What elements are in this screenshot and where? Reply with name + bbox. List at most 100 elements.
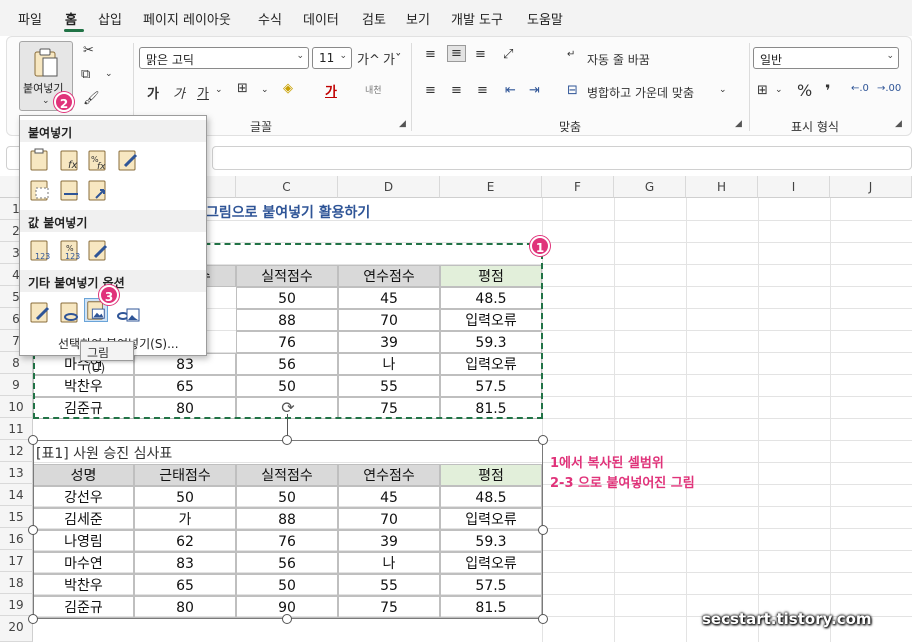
row-header[interactable]: 13 xyxy=(0,462,33,484)
svg-text:fx: fx xyxy=(68,160,78,171)
chevron-down-icon[interactable]: ⌄ xyxy=(215,85,223,95)
active-tab-indicator xyxy=(64,29,84,32)
formula-input[interactable] xyxy=(212,146,912,170)
paste-link-icon[interactable] xyxy=(58,300,82,324)
column-header[interactable]: E xyxy=(440,176,542,198)
row-header[interactable]: 10 xyxy=(0,396,33,418)
paste-icon[interactable] xyxy=(28,148,52,172)
column-header[interactable]: D xyxy=(338,176,440,198)
watermark: secstart.tistory.com xyxy=(702,610,872,628)
border-icon[interactable]: ⊞ xyxy=(237,81,248,96)
font-size-select[interactable]: 11 ⌄ xyxy=(312,47,352,69)
bold-button[interactable]: 가 xyxy=(147,83,159,102)
dialog-launcher-icon[interactable]: ◢ xyxy=(399,119,406,129)
merge-center-label[interactable]: 병합하고 가운데 맞춤 xyxy=(587,84,694,101)
row-header[interactable]: 12 xyxy=(0,440,33,462)
paste-column-widths-icon[interactable] xyxy=(58,178,82,202)
row-header[interactable]: 14 xyxy=(0,484,33,506)
font-name-select[interactable]: 맑은 고딕 ⌄ xyxy=(139,47,309,69)
number-format-select[interactable]: 일반 ⌄ xyxy=(753,47,899,69)
align-bottom-icon[interactable]: ≡ xyxy=(475,47,486,62)
increase-decimal-icon[interactable]: ←.0 xyxy=(851,83,869,94)
tab-help[interactable]: 도움말 xyxy=(527,9,563,28)
wrap-text-icon[interactable]: ↵ xyxy=(567,49,575,60)
align-top-icon[interactable]: ≡ xyxy=(425,47,436,62)
column-header[interactable]: F xyxy=(542,176,614,198)
row-header[interactable]: 18 xyxy=(0,572,33,594)
align-middle-icon[interactable]: ≡ xyxy=(447,45,466,62)
paste-no-borders-icon[interactable] xyxy=(28,178,52,202)
column-header[interactable]: G xyxy=(614,176,686,198)
chevron-down-icon: ⌄ xyxy=(886,51,894,61)
increase-indent-icon[interactable]: ⇥ xyxy=(529,83,540,98)
format-painter-icon[interactable]: 🖌 xyxy=(83,91,100,106)
resize-handle[interactable] xyxy=(28,614,38,624)
paste-keep-source-icon[interactable] xyxy=(116,148,140,172)
column-header[interactable]: H xyxy=(686,176,758,198)
rotate-icon[interactable]: ⟳ xyxy=(278,398,298,418)
chevron-down-icon[interactable]: ⌄ xyxy=(261,85,269,95)
column-header[interactable]: C xyxy=(236,176,338,198)
paste-formatting-icon[interactable] xyxy=(28,300,52,324)
underline-button[interactable]: 가 xyxy=(197,83,209,102)
tab-developer[interactable]: 개발 도구 xyxy=(451,9,503,28)
cut-icon[interactable]: ✂ xyxy=(83,43,94,58)
row-header[interactable]: 17 xyxy=(0,550,33,572)
decrease-indent-icon[interactable]: ⇤ xyxy=(505,83,516,98)
merge-center-icon[interactable]: ⊟ xyxy=(567,83,578,98)
phonetic-icon[interactable]: 내천 xyxy=(365,83,382,96)
resize-handle[interactable] xyxy=(538,435,548,445)
decrease-decimal-icon[interactable]: →.00 xyxy=(877,83,901,94)
tab-home[interactable]: 홈 xyxy=(65,9,77,28)
font-color-icon[interactable]: 가 xyxy=(325,81,337,100)
tab-insert[interactable]: 삽입 xyxy=(98,9,122,28)
tab-formulas[interactable]: 수식 xyxy=(258,9,282,28)
paste-formulas-icon[interactable]: fx xyxy=(58,148,82,172)
fill-color-icon[interactable]: ◈ xyxy=(283,81,293,96)
percent-button[interactable]: % xyxy=(797,81,812,100)
paste-formulas-format-icon[interactable]: %fx xyxy=(86,148,110,172)
chevron-down-icon[interactable]: ⌄ xyxy=(719,85,727,95)
paste-picture-tooltip: 그림 (U) xyxy=(80,341,134,375)
clipboard-icon xyxy=(34,48,58,77)
tab-review[interactable]: 검토 xyxy=(362,9,386,28)
picture-selection-frame[interactable] xyxy=(33,440,543,619)
paste-values-number-format-icon[interactable]: %123 xyxy=(58,238,82,262)
tab-file[interactable]: 파일 xyxy=(18,9,42,28)
increase-font-icon[interactable]: 가^ xyxy=(357,49,380,68)
paste-values-icon[interactable]: 123 xyxy=(28,238,52,262)
align-left-icon[interactable]: ≡ xyxy=(425,83,436,98)
align-right-icon[interactable]: ≡ xyxy=(477,83,488,98)
chevron-down-icon[interactable]: ⌄ xyxy=(775,85,783,95)
chevron-down-icon[interactable]: ⌄ xyxy=(105,69,113,79)
paste-linked-picture-icon[interactable] xyxy=(116,300,140,324)
svg-text:fx: fx xyxy=(97,162,106,172)
tab-page-layout[interactable]: 페이지 레이아웃 xyxy=(143,9,231,28)
dialog-launcher-icon[interactable]: ◢ xyxy=(895,119,902,129)
resize-handle[interactable] xyxy=(282,435,292,445)
italic-button[interactable]: 가 xyxy=(173,83,185,102)
orientation-icon[interactable]: ⤢ xyxy=(503,47,513,62)
resize-handle[interactable] xyxy=(28,525,38,535)
comma-button[interactable]: ❜ xyxy=(825,81,831,100)
copy-icon[interactable]: ⧉ xyxy=(81,67,90,82)
resize-handle[interactable] xyxy=(28,435,38,445)
decrease-font-icon[interactable]: 가ˇ xyxy=(383,49,401,68)
row-header[interactable]: 15 xyxy=(0,506,33,528)
chevron-down-icon[interactable]: ⌄ xyxy=(42,96,50,106)
row-header[interactable]: 19 xyxy=(0,594,33,616)
paste-transpose-icon[interactable] xyxy=(86,178,110,202)
row-header[interactable]: 9 xyxy=(0,374,33,396)
resize-handle[interactable] xyxy=(538,614,548,624)
align-center-icon[interactable]: ≡ xyxy=(451,83,462,98)
wrap-text-label[interactable]: 자동 줄 바꿈 xyxy=(587,51,650,68)
resize-handle[interactable] xyxy=(538,525,548,535)
tab-data[interactable]: 데이터 xyxy=(303,9,339,28)
resize-handle[interactable] xyxy=(282,614,292,624)
tab-view[interactable]: 보기 xyxy=(406,9,430,28)
paste-values-source-format-icon[interactable] xyxy=(86,238,110,262)
column-header[interactable]: J xyxy=(830,176,912,198)
column-header[interactable]: I xyxy=(758,176,830,198)
dialog-launcher-icon[interactable]: ◢ xyxy=(735,119,742,129)
currency-icon[interactable]: ⊞ xyxy=(757,83,768,98)
